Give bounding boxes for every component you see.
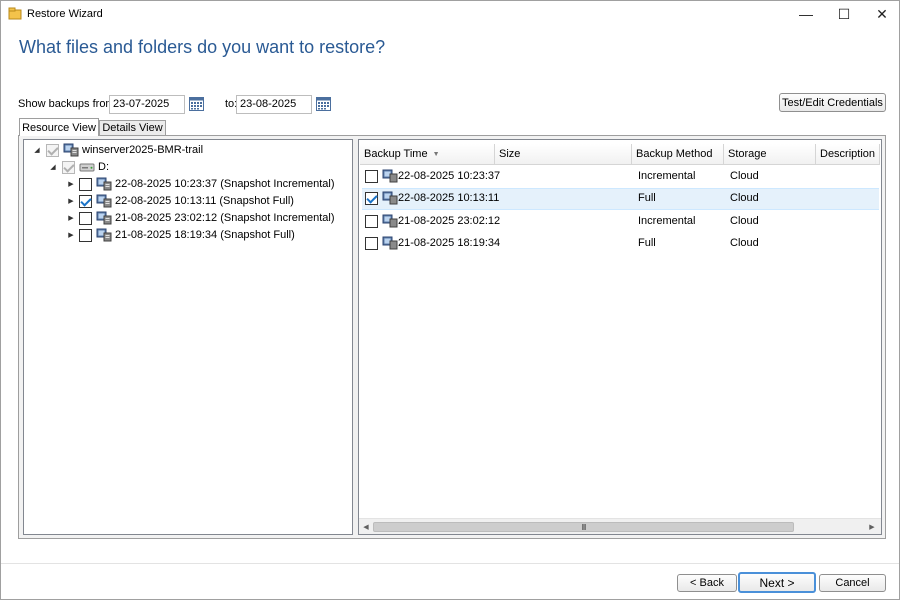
tree-label-backup: 21-08-2025 18:19:34 (Snapshot Full) <box>115 229 295 241</box>
tree-node-backup[interactable]: ▶ 22-08-2025 10:23:37 (Snapshot Incremen… <box>66 176 335 192</box>
to-date-field[interactable]: 23-08-2025 <box>236 95 312 114</box>
maximize-button[interactable]: ☐ <box>827 1 861 27</box>
cell-storage: Cloud <box>730 215 759 227</box>
table-row[interactable]: 22-08-2025 10:13:11 Full Cloud <box>362 188 879 210</box>
tree-node-backup[interactable]: ▶ 21-08-2025 23:02:12 (Snapshot Incremen… <box>66 210 335 226</box>
backup-grid: Backup Time ▼ Size Backup Method Storage… <box>358 139 882 535</box>
restore-wizard-window: Restore Wizard — ☐ ✕ What files and fold… <box>0 0 900 600</box>
sort-descending-icon: ▼ <box>432 150 440 158</box>
table-row[interactable]: 21-08-2025 18:19:34 Full Cloud <box>362 233 879 255</box>
drive-icon <box>79 163 95 172</box>
close-button[interactable]: ✕ <box>865 1 899 27</box>
snapshot-icon <box>96 194 112 208</box>
window-title: Restore Wizard <box>27 8 103 20</box>
column-header-description[interactable]: Description <box>816 144 880 165</box>
snapshot-icon <box>382 169 398 183</box>
cell-storage: Cloud <box>730 170 759 182</box>
minimize-button[interactable]: — <box>789 1 823 27</box>
table-row[interactable]: 21-08-2025 23:02:12 Incremental Cloud <box>362 211 879 233</box>
table-row[interactable]: 22-08-2025 10:23:37 Incremental Cloud <box>362 166 879 188</box>
title-bar: Restore Wizard — ☐ ✕ <box>1 1 899 27</box>
server-icon <box>63 143 79 157</box>
snapshot-icon <box>382 191 398 205</box>
snapshot-icon <box>96 177 112 191</box>
wizard-icon <box>8 7 22 20</box>
expand-arrow-icon[interactable]: ▶ <box>66 179 76 189</box>
tree-node-backup[interactable]: ▶ 22-08-2025 10:13:11 (Snapshot Full) <box>66 193 294 209</box>
cell-backup-time: 21-08-2025 18:19:34 <box>398 237 501 249</box>
cell-backup-method: Incremental <box>638 170 696 182</box>
cancel-button[interactable]: Cancel <box>819 574 886 592</box>
tree-checkbox[interactable] <box>79 177 92 191</box>
tree-label-backup: 22-08-2025 10:23:37 (Snapshot Incrementa… <box>115 178 335 190</box>
tree-checkbox[interactable] <box>62 160 75 174</box>
expand-arrow-icon[interactable]: ▶ <box>66 230 76 240</box>
tree-node-backup[interactable]: ▶ 21-08-2025 18:19:34 (Snapshot Full) <box>66 227 295 243</box>
tree-checkbox[interactable] <box>79 211 92 225</box>
tab-details-view[interactable]: Details View <box>99 120 166 135</box>
from-label: Show backups from: <box>18 98 118 110</box>
tree-label-server: winserver2025-BMR-trail <box>82 144 204 156</box>
horizontal-scrollbar[interactable]: ◀ III ▶ <box>359 518 881 534</box>
from-date-field[interactable]: 23-07-2025 <box>109 95 185 114</box>
cell-backup-method: Full <box>638 192 656 204</box>
column-header-size[interactable]: Size <box>495 144 632 165</box>
tree-node-drive[interactable]: ◢ D: <box>48 159 109 175</box>
cell-storage: Cloud <box>730 237 759 249</box>
row-checkbox[interactable] <box>365 237 378 250</box>
next-button[interactable]: Next > <box>738 572 816 593</box>
collapse-arrow-icon[interactable]: ◢ <box>32 145 42 155</box>
snapshot-icon <box>96 211 112 225</box>
scrollbar-thumb[interactable]: III <box>373 522 794 532</box>
tree-checkbox[interactable] <box>79 194 92 208</box>
tree-checkbox[interactable] <box>46 143 59 157</box>
snapshot-icon <box>382 236 398 250</box>
calendar-icon[interactable] <box>316 97 331 111</box>
calendar-icon[interactable] <box>189 97 204 111</box>
footer-divider <box>1 563 899 564</box>
cell-backup-method: Full <box>638 237 656 249</box>
cell-backup-time: 22-08-2025 10:13:11 <box>398 192 500 204</box>
column-header-storage[interactable]: Storage <box>724 144 816 165</box>
column-header-backup-time[interactable]: Backup Time ▼ <box>360 144 495 165</box>
collapse-arrow-icon[interactable]: ◢ <box>48 162 58 172</box>
snapshot-icon <box>96 228 112 242</box>
row-checkbox[interactable] <box>365 170 378 183</box>
cell-storage: Cloud <box>730 192 759 204</box>
test-edit-credentials-button[interactable]: Test/Edit Credentials <box>779 93 886 112</box>
column-label: Backup Time <box>364 148 428 160</box>
row-checkbox[interactable] <box>365 192 378 205</box>
column-header-backup-method[interactable]: Backup Method <box>632 144 724 165</box>
tree-node-server[interactable]: ◢ winserver2025-BMR-trail <box>32 142 203 158</box>
cell-backup-method: Incremental <box>638 215 696 227</box>
scroll-left-icon[interactable]: ◀ <box>359 519 373 535</box>
back-button[interactable]: < Back <box>677 574 737 592</box>
row-checkbox[interactable] <box>365 215 378 228</box>
snapshot-icon <box>382 214 398 228</box>
tree-checkbox[interactable] <box>79 228 92 242</box>
resource-tree: ◢ winserver2025-BMR-trail ◢ D: ▶ 22-08-2… <box>23 139 353 535</box>
tree-label-drive: D: <box>98 161 109 173</box>
tree-label-backup: 22-08-2025 10:13:11 (Snapshot Full) <box>115 195 294 207</box>
expand-arrow-icon[interactable]: ▶ <box>66 196 76 206</box>
scroll-right-icon[interactable]: ▶ <box>865 519 879 535</box>
cell-backup-time: 21-08-2025 23:02:12 <box>398 215 501 227</box>
cell-backup-time: 22-08-2025 10:23:37 <box>398 170 501 182</box>
expand-arrow-icon[interactable]: ▶ <box>66 213 76 223</box>
tree-label-backup: 21-08-2025 23:02:12 (Snapshot Incrementa… <box>115 212 335 224</box>
tab-resource-view[interactable]: Resource View <box>19 118 99 136</box>
page-heading: What files and folders do you want to re… <box>19 37 386 57</box>
